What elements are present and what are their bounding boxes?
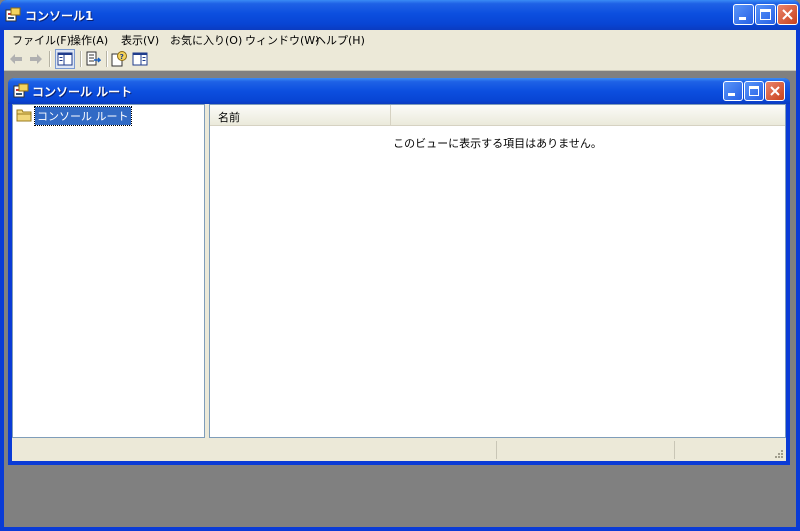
child-window-title: コンソール ルート [32,85,133,99]
tree-pane[interactable]: コンソール ルート [12,104,205,438]
minimize-icon [739,17,746,20]
child-maximize-button[interactable] [744,81,764,101]
child-body: コンソール ルート 名前 このビューに表示する項目はありません。 [12,104,786,461]
close-button[interactable] [777,4,798,25]
toolbar-separator [80,51,82,67]
show-hide-tree-icon [57,52,73,66]
child-minimize-button[interactable] [723,81,743,101]
maximize-icon [760,9,771,20]
list-header: 名前 [210,105,785,126]
folder-icon [16,109,32,122]
console-icon [5,7,21,22]
toolbar: ? [4,48,796,71]
forward-arrow-icon[interactable] [28,51,44,67]
menu-help[interactable]: ヘルプ(H) [315,32,365,48]
main-window: コンソール1 ファイル(F) 操作(A) 表示(V) お気に入り(O) ウィンド… [0,0,800,531]
tree-node-label: コンソール ルート [34,106,132,126]
client-area: ファイル(F) 操作(A) 表示(V) お気に入り(O) ウィンドウ(W) ヘル… [4,30,796,527]
empty-list-message: このビューに表示する項目はありません。 [393,137,602,150]
menu-view[interactable]: 表示(V) [121,32,159,48]
menu-bar: ファイル(F) 操作(A) 表示(V) お気に入り(O) ウィンドウ(W) ヘル… [4,30,796,48]
back-arrow-icon[interactable] [8,51,24,67]
help-icon[interactable]: ? [111,51,127,67]
status-pane [496,441,674,459]
svg-text:?: ? [120,53,124,61]
close-icon [770,86,780,96]
toolbar-separator [106,51,108,67]
title-bar[interactable]: コンソール1 [0,0,800,30]
menu-action[interactable]: 操作(A) [70,32,108,48]
toolbar-separator [49,51,51,67]
status-pane [674,441,774,459]
window-title: コンソール1 [25,9,94,23]
close-icon [782,9,793,20]
list-pane[interactable]: 名前 このビューに表示する項目はありません。 [209,104,786,438]
maximize-button[interactable] [755,4,776,25]
minimize-icon [728,93,735,96]
show-hide-action-pane-icon[interactable] [132,51,148,67]
child-close-button[interactable] [765,81,785,101]
menu-file[interactable]: ファイル(F) [12,32,71,48]
child-title-bar[interactable]: コンソール ルート [8,78,790,104]
console-icon [13,83,29,98]
show-hide-tree-button[interactable] [55,49,75,69]
resize-grip-icon[interactable] [774,449,784,459]
console-root-window: コンソール ルート コンソール ルート 名前 このビューに表示する項目はありませ… [8,78,790,465]
menu-favorites[interactable]: お気に入り(O) [170,32,242,48]
status-bar [12,439,786,461]
export-list-icon[interactable] [85,51,101,67]
minimize-button[interactable] [733,4,754,25]
maximize-icon [749,86,759,96]
menu-window[interactable]: ウィンドウ(W) [245,32,319,48]
column-header-name[interactable]: 名前 [210,105,391,125]
